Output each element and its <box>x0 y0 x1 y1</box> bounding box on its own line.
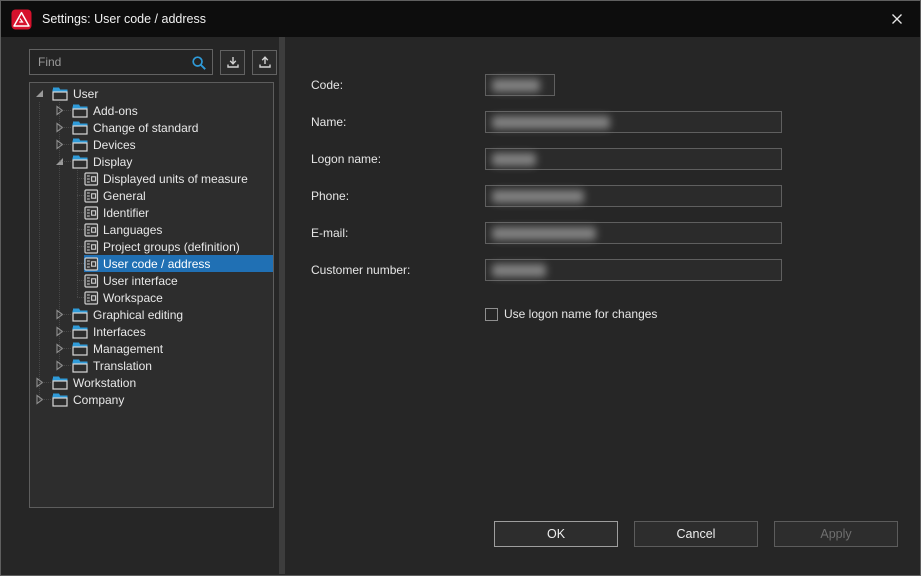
settings-page-icon <box>84 274 99 288</box>
client-area: User Add-ons Change of sta <box>2 37 919 574</box>
apply-button[interactable]: Apply <box>774 521 898 547</box>
redacted-value <box>492 116 610 129</box>
close-icon <box>891 13 903 25</box>
logon-name-input[interactable] <box>485 148 782 170</box>
export-upload-icon <box>258 55 272 69</box>
tree-item-user-code-address[interactable]: User code / address <box>30 255 273 272</box>
folder-icon <box>72 104 88 118</box>
folder-icon <box>72 138 88 152</box>
chevron-expanded-icon[interactable] <box>52 155 66 169</box>
folder-icon <box>72 342 88 356</box>
folder-icon <box>52 87 68 101</box>
code-input[interactable] <box>485 74 555 96</box>
user-code-address-page: Code: Name: Logon name: <box>285 37 919 574</box>
settings-page-icon <box>84 240 99 254</box>
ok-button[interactable]: OK <box>494 521 618 547</box>
tree-item-management[interactable]: Management <box>30 340 273 357</box>
field-row-phone: Phone: <box>311 185 899 207</box>
settings-page-icon <box>84 189 99 203</box>
tree-item-user-interface[interactable]: User interface <box>30 272 273 289</box>
redacted-value <box>492 190 584 203</box>
name-label: Name: <box>311 111 485 133</box>
chevron-collapsed-icon[interactable] <box>52 342 66 356</box>
field-row-code: Code: <box>311 74 899 96</box>
settings-page-icon <box>84 291 99 305</box>
chevron-collapsed-icon[interactable] <box>52 359 66 373</box>
field-row-name: Name: <box>311 111 899 133</box>
app-logo-icon <box>11 9 32 30</box>
settings-dialog: Settings: User code / address <box>0 0 921 576</box>
customer-number-input[interactable] <box>485 259 782 281</box>
folder-icon <box>72 308 88 322</box>
tree-item-identifier[interactable]: Identifier <box>30 204 273 221</box>
window-title: Settings: User code / address <box>42 12 206 26</box>
tree-item-translation[interactable]: Translation <box>30 357 273 374</box>
tree-item-add-ons[interactable]: Add-ons <box>30 102 273 119</box>
user-address-form: Code: Name: Logon name: <box>311 74 899 321</box>
export-settings-button[interactable] <box>252 50 277 75</box>
tree-item-displayed-units-of-measure[interactable]: Displayed units of measure <box>30 170 273 187</box>
import-download-icon <box>226 55 240 69</box>
field-row-logon-name: Logon name: <box>311 148 899 170</box>
email-label: E-mail: <box>311 222 485 244</box>
settings-page-icon <box>84 223 99 237</box>
name-input[interactable] <box>485 111 782 133</box>
chevron-collapsed-icon[interactable] <box>52 138 66 152</box>
field-row-customer-number: Customer number: <box>311 259 899 281</box>
tree-item-general[interactable]: General <box>30 187 273 204</box>
settings-page-icon <box>84 172 99 186</box>
folder-icon <box>72 325 88 339</box>
redacted-value <box>492 264 546 277</box>
search-row <box>29 49 277 75</box>
redacted-value <box>492 79 540 92</box>
tree-item-languages[interactable]: Languages <box>30 221 273 238</box>
phone-input[interactable] <box>485 185 782 207</box>
import-settings-button[interactable] <box>220 50 245 75</box>
tree-item-project-groups-definition[interactable]: Project groups (definition) <box>30 238 273 255</box>
settings-navigation-pane: User Add-ons Change of sta <box>2 37 279 574</box>
settings-page-icon <box>84 257 99 271</box>
chevron-collapsed-icon[interactable] <box>52 325 66 339</box>
titlebar: Settings: User code / address <box>1 1 920 37</box>
chevron-collapsed-icon[interactable] <box>32 393 46 407</box>
customer-number-label: Customer number: <box>311 259 485 281</box>
settings-tree: User Add-ons Change of sta <box>29 82 274 508</box>
use-logon-name-row: Use logon name for changes <box>485 307 899 321</box>
folder-icon <box>52 393 68 407</box>
tree-item-change-of-standard[interactable]: Change of standard <box>30 119 273 136</box>
tree-item-workstation[interactable]: Workstation <box>30 374 273 391</box>
chevron-collapsed-icon[interactable] <box>32 376 46 390</box>
field-row-email: E-mail: <box>311 222 899 244</box>
redacted-value <box>492 153 536 166</box>
code-label: Code: <box>311 74 485 96</box>
phone-label: Phone: <box>311 185 485 207</box>
folder-icon <box>72 155 88 169</box>
settings-page-icon <box>84 206 99 220</box>
tree-item-interfaces[interactable]: Interfaces <box>30 323 273 340</box>
tree-item-workspace[interactable]: Workspace <box>30 289 273 306</box>
dialog-buttons: OK Cancel Apply <box>478 521 898 547</box>
chevron-expanded-icon[interactable] <box>32 87 46 101</box>
logon-name-label: Logon name: <box>311 148 485 170</box>
tree-item-graphical-editing[interactable]: Graphical editing <box>30 306 273 323</box>
use-logon-name-checkbox[interactable] <box>485 308 498 321</box>
chevron-collapsed-icon[interactable] <box>52 308 66 322</box>
folder-icon <box>72 359 88 373</box>
tree-item-company[interactable]: Company <box>30 391 273 408</box>
use-logon-name-label: Use logon name for changes <box>504 307 657 321</box>
folder-icon <box>52 376 68 390</box>
cancel-button[interactable]: Cancel <box>634 521 758 547</box>
chevron-collapsed-icon[interactable] <box>52 104 66 118</box>
tree-item-devices[interactable]: Devices <box>30 136 273 153</box>
tree-item-user[interactable]: User <box>30 85 273 102</box>
folder-icon <box>72 121 88 135</box>
email-input[interactable] <box>485 222 782 244</box>
close-button[interactable] <box>874 1 920 37</box>
chevron-collapsed-icon[interactable] <box>52 121 66 135</box>
redacted-value <box>492 227 596 240</box>
find-box <box>29 49 213 75</box>
tree-item-display[interactable]: Display <box>30 153 273 170</box>
search-icon[interactable] <box>191 55 207 71</box>
